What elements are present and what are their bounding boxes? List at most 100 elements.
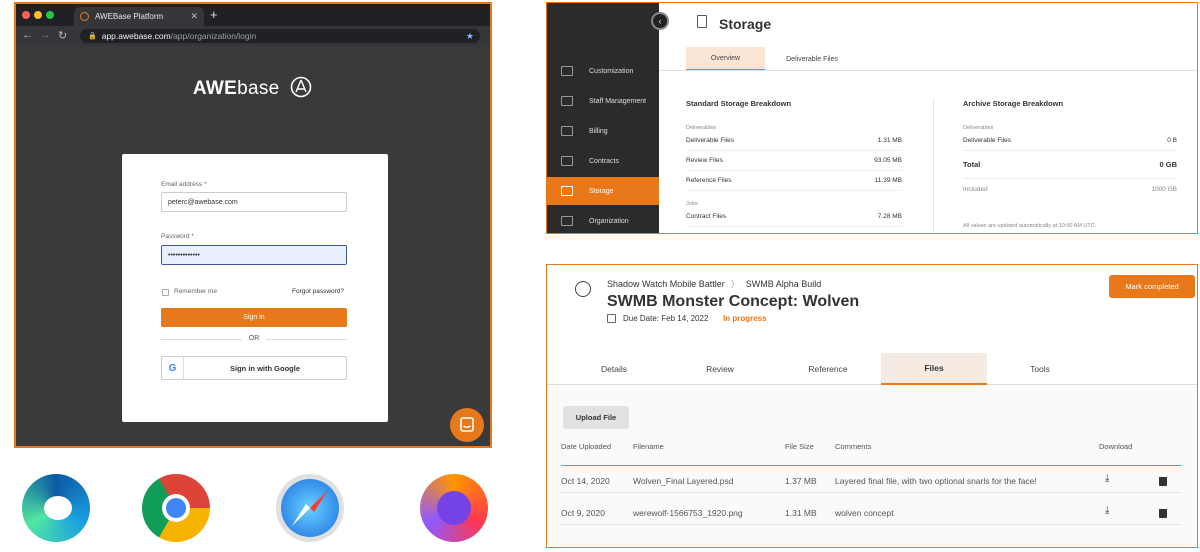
file-size: 1.37 MB	[785, 476, 817, 486]
settings-sidebar: Customization Staff Management Billing Cont…	[547, 3, 659, 233]
section-divider	[933, 99, 934, 233]
collapse-sidebar-button[interactable]: ‹	[651, 12, 669, 30]
tab-details[interactable]: Details	[567, 353, 661, 385]
trash-icon[interactable]	[1159, 509, 1167, 518]
sign-in-button[interactable]: Sign in	[161, 308, 347, 327]
logo-bold-text: AWE	[192, 78, 238, 99]
remember-me-label: Remember me	[174, 288, 217, 295]
sidebar-item-organization[interactable]: Organization	[547, 207, 659, 233]
logo-thin-text: base	[237, 78, 280, 99]
row-label: Deliverable Files	[686, 137, 735, 144]
sidebar-item-label: Billing	[589, 127, 608, 135]
browser-tab[interactable]: AWEBase Platform ✕	[74, 7, 204, 26]
minimize-window-icon[interactable]	[34, 11, 42, 19]
sidebar-item-contracts[interactable]: Contracts	[547, 147, 659, 175]
chrome-icon	[142, 474, 210, 542]
file-comment: Layered final file, with two optional sn…	[835, 476, 1037, 486]
page-title: Storage	[719, 16, 772, 32]
storage-row: Reference Files 11.39 MB	[686, 171, 902, 191]
upload-file-button[interactable]: Upload File	[563, 406, 629, 429]
sidebar-item-staff-management[interactable]: Staff Management	[547, 87, 659, 115]
mark-completed-button[interactable]: Mark completed	[1109, 275, 1195, 298]
file-size: 1.31 MB	[785, 508, 817, 518]
reload-icon[interactable]: ↻	[58, 29, 67, 42]
forward-arrow-icon[interactable]: →	[40, 29, 51, 41]
sidebar-item-storage[interactable]: Storage	[547, 177, 659, 205]
row-value: 1.31 MB	[877, 137, 902, 144]
column-header-size: File Size	[785, 442, 814, 451]
download-icon[interactable]: ⤓	[1105, 505, 1109, 516]
task-title: SWMB Monster Concept: Wolven	[607, 293, 860, 310]
task-tabs: Details Review Reference Files Tools	[547, 353, 1197, 385]
chat-icon	[460, 417, 474, 432]
customization-icon	[561, 66, 573, 76]
total-label: Total	[963, 160, 981, 169]
close-window-icon[interactable]	[22, 11, 30, 19]
row-value: 11.39 MB	[874, 177, 902, 184]
bookmark-star-icon[interactable]: ★	[466, 31, 474, 42]
email-field[interactable]: peterc@awebase.com	[161, 192, 347, 212]
staff-icon	[561, 96, 573, 106]
sign-in-google-button[interactable]: G Sign in with Google	[161, 356, 347, 380]
tab-review[interactable]: Review	[673, 353, 767, 385]
sidebar-item-label: Staff Management	[589, 97, 647, 105]
included-value: 1000 GB	[1151, 185, 1177, 193]
row-label: Review Files	[686, 157, 723, 164]
row-value: 93.05 MB	[874, 157, 902, 164]
archive-storage-heading: Archive Storage Breakdown	[963, 99, 1064, 108]
chat-launcher-button[interactable]	[450, 408, 484, 442]
row-value: 7.28 MB	[877, 213, 902, 220]
url-host: app.awebase.com	[101, 31, 171, 41]
storage-tabs: Overview Deliverable Files	[659, 47, 1197, 71]
back-arrow-icon[interactable]: ←	[22, 29, 33, 41]
archive-included-row: Included 1000 GB	[963, 179, 1177, 199]
tab-tools[interactable]: Tools	[993, 353, 1087, 385]
tab-deliverable-files[interactable]: Deliverable Files	[765, 47, 859, 71]
edge-icon	[22, 474, 90, 542]
breadcrumb-build[interactable]: SWMB Alpha Build	[746, 279, 822, 289]
table-row: Oct 14, 2020 Wolven_Final Layered.psd 1.37…	[561, 469, 1181, 493]
update-note: All values are updated automatically at …	[963, 223, 1097, 229]
due-date: Due Date: Feb 14, 2022	[623, 314, 709, 323]
forgot-password-link[interactable]: Forgot password?	[292, 288, 344, 295]
standard-storage-section: Standard Storage Breakdown Deliverables …	[686, 99, 902, 227]
row-label: Deliverable Files	[963, 137, 1012, 144]
url-path: /app/organization/login	[170, 31, 257, 41]
awebase-logo: AWEbase	[16, 76, 490, 100]
remember-me-checkbox[interactable]	[162, 289, 169, 296]
tab-reference[interactable]: Reference	[781, 353, 875, 385]
tab-files[interactable]: Files	[881, 353, 987, 385]
storage-header-icon	[697, 15, 707, 28]
password-label: Password *	[161, 233, 194, 240]
file-date: Oct 9, 2020	[561, 508, 605, 518]
trash-icon[interactable]	[1159, 477, 1167, 486]
safari-icon	[276, 474, 344, 542]
awebase-emblem-icon	[290, 76, 312, 98]
tab-close-icon[interactable]: ✕	[190, 11, 198, 22]
breadcrumb-separator-icon: 〉	[730, 279, 740, 289]
storage-row: Deliverable Files 1.31 MB	[686, 131, 902, 151]
breadcrumb-project[interactable]: Shadow Watch Mobile Battler	[607, 279, 725, 289]
tab-overview[interactable]: Overview	[686, 47, 765, 71]
new-tab-button[interactable]: +	[210, 7, 218, 22]
password-field[interactable]: •••••••••••••	[161, 245, 347, 265]
file-comment: wolven concept	[835, 508, 894, 518]
google-icon: G	[162, 357, 184, 379]
row-value: 0 B	[1167, 137, 1177, 144]
table-header-divider	[561, 465, 1181, 466]
sidebar-item-label: Storage	[589, 187, 614, 195]
game-controller-icon	[575, 281, 591, 297]
url-field[interactable]: 🔒 app.awebase.com/app/organization/login…	[80, 29, 480, 43]
browser-tab-bar: AWEBase Platform ✕ +	[16, 4, 490, 26]
file-name: Wolven_Final Layered.psd	[633, 476, 734, 486]
sidebar-item-customization[interactable]: Customization	[547, 57, 659, 85]
sidebar-item-billing[interactable]: Billing	[547, 117, 659, 145]
file-name: werewolf-1566753_1920.png	[633, 508, 743, 518]
breadcrumb: Shadow Watch Mobile Battler 〉 SWMB Alpha B…	[607, 277, 821, 290]
sign-in-google-label: Sign in with Google	[230, 364, 300, 373]
tab-title: AWEBase Platform	[95, 12, 164, 21]
or-text: OR	[242, 335, 266, 342]
table-row: Oct 9, 2020 werewolf-1566753_1920.png 1.31…	[561, 501, 1181, 525]
maximize-window-icon[interactable]	[46, 11, 54, 19]
download-icon[interactable]: ⤓	[1105, 473, 1109, 484]
